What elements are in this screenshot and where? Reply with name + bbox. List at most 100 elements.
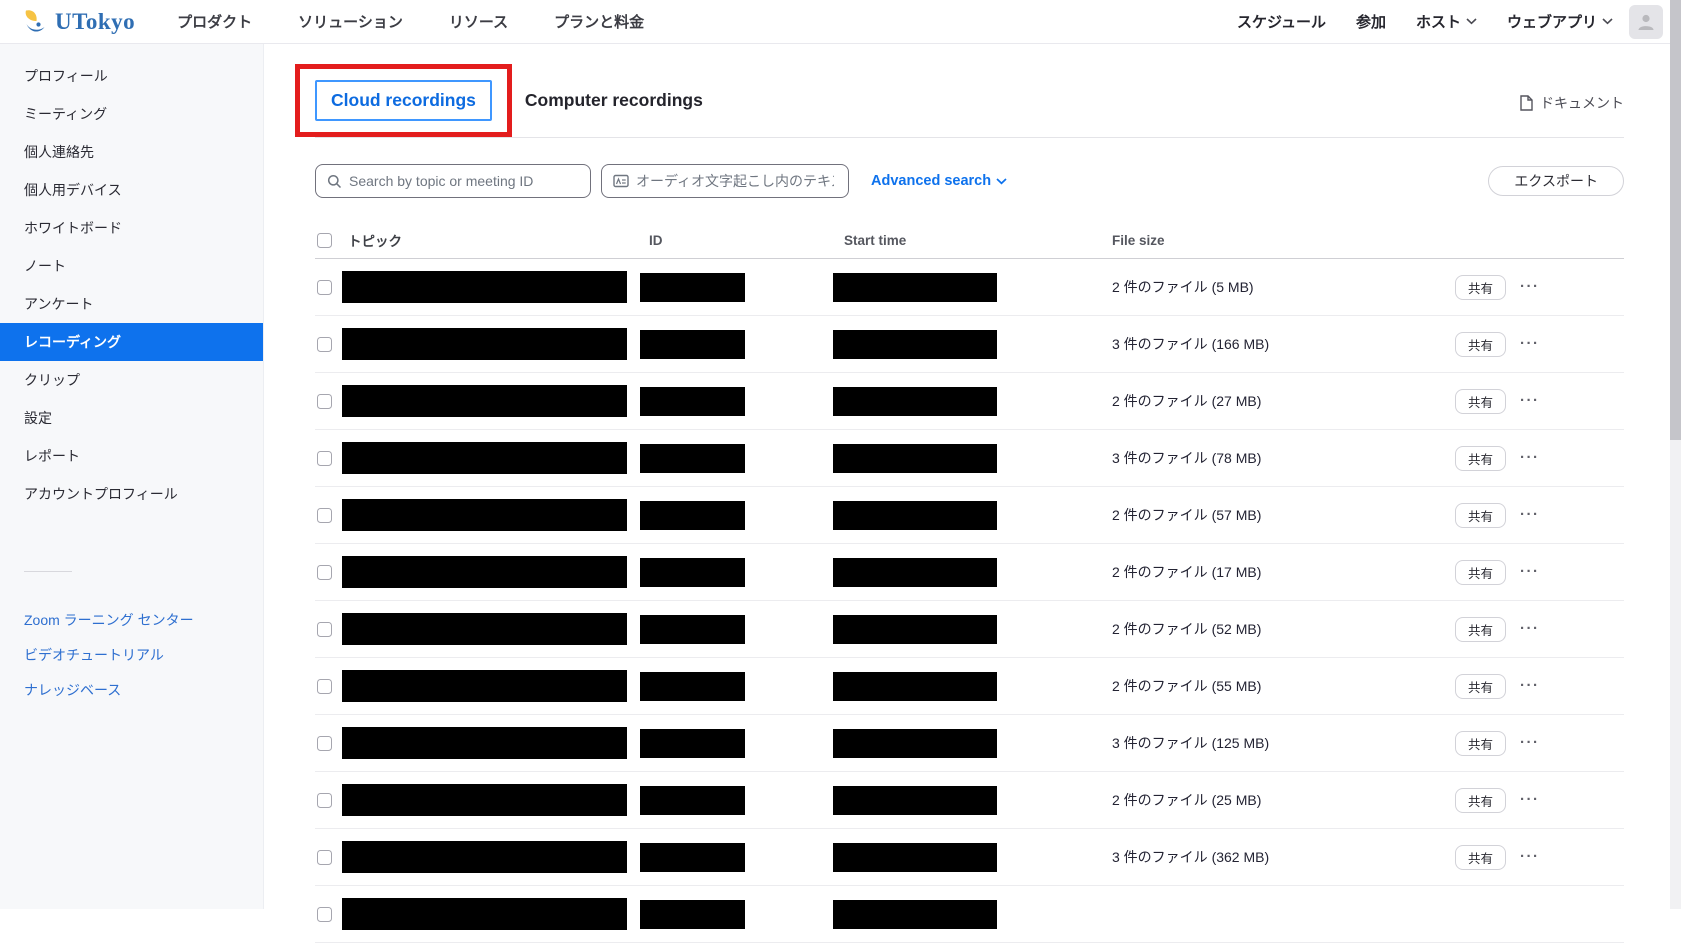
sidebar-item[interactable]: アカウントプロフィール (0, 475, 263, 513)
row-actions: 共有 ··· (1440, 389, 1624, 414)
scrollbar-thumb[interactable] (1670, 0, 1681, 440)
more-options-button[interactable]: ··· (1520, 339, 1540, 349)
row-checkbox[interactable] (317, 280, 332, 295)
more-options-button[interactable]: ··· (1520, 510, 1540, 520)
share-button[interactable]: 共有 (1455, 275, 1506, 300)
sidebar-item[interactable]: 個人用デバイス (0, 171, 263, 209)
topic-search-input[interactable] (349, 173, 575, 189)
id-cell (640, 444, 833, 473)
topnav-item[interactable]: ソリューション (298, 11, 403, 32)
more-options-button[interactable]: ··· (1520, 453, 1540, 463)
row-checkbox[interactable] (317, 565, 332, 580)
utokyo-logo[interactable]: UTokyo (22, 8, 135, 35)
sidebar-item[interactable]: アンケート (0, 285, 263, 323)
share-button[interactable]: 共有 (1455, 503, 1506, 528)
sidebar-item[interactable]: ホワイトボード (0, 209, 263, 247)
more-options-button[interactable]: ··· (1520, 852, 1540, 862)
row-checkbox[interactable] (317, 793, 332, 808)
user-avatar[interactable] (1629, 5, 1663, 39)
share-button[interactable]: 共有 (1455, 731, 1506, 756)
sidebar-item[interactable]: ミーティング (0, 95, 263, 133)
row-checkbox[interactable] (317, 622, 332, 637)
row-checkbox[interactable] (317, 508, 332, 523)
row-actions: 共有 ··· (1440, 731, 1624, 756)
more-options-button[interactable]: ··· (1520, 738, 1540, 748)
advanced-search-link[interactable]: Advanced search (871, 173, 1007, 189)
search-row: Advanced search エクスポート (315, 164, 1624, 198)
start-time-cell (833, 672, 1112, 701)
row-actions: 共有 ··· (1440, 503, 1624, 528)
redacted-topic (342, 328, 627, 360)
document-link[interactable]: ドキュメント (1520, 93, 1624, 113)
row-actions: 共有 ··· (1440, 275, 1624, 300)
row-checkbox[interactable] (317, 736, 332, 751)
more-options-button[interactable]: ··· (1520, 282, 1540, 292)
share-button[interactable]: 共有 (1455, 674, 1506, 699)
select-all-checkbox[interactable] (317, 233, 332, 248)
sidebar-item[interactable]: レポート (0, 437, 263, 475)
recording-row: 3 件のファイル (125 MB)共有··· (315, 715, 1624, 772)
more-options-button[interactable]: ··· (1520, 396, 1540, 406)
row-checkbox[interactable] (317, 451, 332, 466)
scrollbar-track[interactable] (1670, 0, 1681, 909)
start-time-cell (833, 558, 1112, 587)
sidebar-item[interactable]: 個人連絡先 (0, 133, 263, 171)
row-checkbox[interactable] (317, 850, 332, 865)
tab-cloud-recordings[interactable]: Cloud recordings (315, 80, 492, 121)
topic-cell (342, 271, 640, 303)
column-header-id: ID (640, 233, 833, 248)
transcript-search-input[interactable] (636, 173, 834, 189)
document-icon (1520, 95, 1533, 111)
sidebar-item[interactable]: 設定 (0, 399, 263, 437)
file-size: 2 件のファイル (5 MB) (1112, 277, 1440, 297)
share-button[interactable]: 共有 (1455, 446, 1506, 471)
topnav-item[interactable]: 参加 (1356, 11, 1386, 32)
topnav-item[interactable]: プロダクト (177, 11, 252, 32)
id-cell (640, 615, 833, 644)
topnav-item[interactable]: リソース (449, 11, 508, 32)
share-button[interactable]: 共有 (1455, 788, 1506, 813)
share-button[interactable]: 共有 (1455, 560, 1506, 585)
share-button[interactable]: 共有 (1455, 617, 1506, 642)
column-header-start-time: Start time (833, 233, 1112, 248)
redacted-topic (342, 556, 627, 588)
redacted-start-time (833, 330, 997, 359)
row-checkbox[interactable] (317, 394, 332, 409)
sidebar-link[interactable]: ビデオチュートリアル (0, 637, 263, 672)
sidebar-item[interactable]: ノート (0, 247, 263, 285)
recording-row: 2 件のファイル (17 MB)共有··· (315, 544, 1624, 601)
share-button[interactable]: 共有 (1455, 389, 1506, 414)
row-actions: 共有 ··· (1440, 560, 1624, 585)
row-actions: 共有 ··· (1440, 674, 1624, 699)
row-checkbox[interactable] (317, 679, 332, 694)
file-size: 3 件のファイル (166 MB) (1112, 334, 1440, 354)
topnav-item[interactable]: プランと料金 (554, 11, 644, 32)
chevron-down-icon (1466, 18, 1477, 25)
sidebar-link[interactable]: ナレッジベース (0, 672, 263, 707)
recording-row (315, 886, 1624, 943)
redacted-start-time (833, 444, 997, 473)
export-button[interactable]: エクスポート (1488, 166, 1624, 196)
more-options-button[interactable]: ··· (1520, 624, 1540, 634)
topnav-item[interactable]: スケジュール (1237, 11, 1326, 32)
file-size: 3 件のファイル (362 MB) (1112, 847, 1440, 867)
redacted-start-time (833, 900, 997, 929)
topnav-item[interactable]: ウェブアプリ (1507, 11, 1613, 32)
file-size: 3 件のファイル (78 MB) (1112, 448, 1440, 468)
row-actions: 共有 ··· (1440, 446, 1624, 471)
topnav-item[interactable]: ホスト (1416, 11, 1477, 32)
more-options-button[interactable]: ··· (1520, 681, 1540, 691)
audio-transcript-icon (613, 174, 629, 188)
tab-computer-recordings[interactable]: Computer recordings (525, 90, 703, 111)
more-options-button[interactable]: ··· (1520, 567, 1540, 577)
topic-cell (342, 556, 640, 588)
share-button[interactable]: 共有 (1455, 332, 1506, 357)
sidebar-item[interactable]: プロフィール (0, 57, 263, 95)
sidebar-link[interactable]: Zoom ラーニング センター (0, 602, 263, 637)
sidebar-item[interactable]: クリップ (0, 361, 263, 399)
start-time-cell (833, 387, 1112, 416)
row-checkbox[interactable] (317, 337, 332, 352)
share-button[interactable]: 共有 (1455, 845, 1506, 870)
more-options-button[interactable]: ··· (1520, 795, 1540, 805)
sidebar-item[interactable]: レコーディング (0, 323, 263, 361)
